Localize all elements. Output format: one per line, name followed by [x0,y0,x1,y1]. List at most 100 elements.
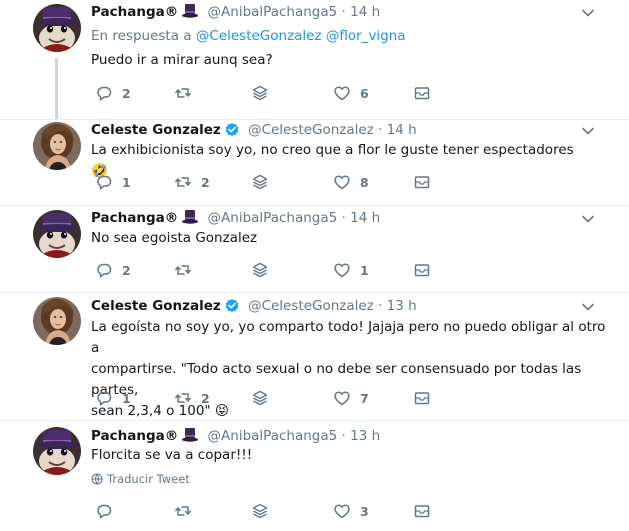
avatar[interactable] [33,427,81,475]
direct-message-button[interactable] [413,501,431,521]
separator: · [378,298,383,314]
tweet-actions: 1 2 7 [91,388,451,408]
share-button[interactable] [251,388,269,408]
share-button[interactable] [251,260,269,280]
avatar[interactable] [33,122,81,170]
display-name[interactable]: Pachanga® [91,4,178,20]
user-handle[interactable]: @AnibalPachanga5 [208,428,338,444]
tweet[interactable]: Pachanga® @AnibalPachanga5 · 14 h No sea… [0,206,629,292]
retweet-icon [175,393,191,403]
tweet[interactable]: Pachanga® @AnibalPachanga5 · 14 h En res… [0,0,629,119]
reply-icon [97,504,112,519]
share-button[interactable] [251,83,269,103]
tweet[interactable]: Pachanga® @AnibalPachanga5 · 13 h Florci… [0,421,629,531]
mention-link[interactable]: @CelesteGonzalez [196,28,322,44]
retweet-button[interactable]: 2 [174,388,210,408]
like-count: 8 [360,174,369,190]
top-hat-emoji [182,428,199,442]
reply-icon [97,263,112,278]
display-name[interactable]: Celeste Gonzalez [91,298,221,314]
like-button[interactable]: 8 [333,172,369,192]
timestamp[interactable]: 13 h [387,298,417,314]
tweet-actions: 1 2 8 [91,172,451,192]
retweet-count: 2 [201,390,210,406]
verified-badge-icon [224,298,239,313]
direct-message-icon [414,87,430,100]
display-name[interactable]: Pachanga® [91,428,178,444]
reply-button[interactable]: 1 [95,172,131,192]
retweet-button[interactable] [174,260,201,280]
heart-icon [334,391,350,406]
caret-down-icon[interactable] [581,124,595,138]
direct-message-button[interactable] [413,388,431,408]
user-handle[interactable]: @CelesteGonzalez [248,122,374,138]
avatar[interactable] [33,4,81,52]
caret-down-icon[interactable] [581,6,595,20]
reply-count: 1 [122,390,131,406]
translate-tweet-link[interactable]: Traducir Tweet [91,472,190,486]
user-handle[interactable]: @AnibalPachanga5 [208,4,338,20]
user-handle[interactable]: @CelesteGonzalez [248,298,374,314]
verified-badge-icon [224,122,239,137]
timestamp[interactable]: 14 h [350,4,380,20]
separator: · [341,428,346,444]
share-layers-icon [252,174,268,190]
retweet-button[interactable]: 2 [174,172,210,192]
separator: · [378,122,383,138]
reply-button[interactable]: 1 [95,388,131,408]
mention-link[interactable]: @flor_vigna [326,28,406,44]
timestamp[interactable]: 14 h [387,122,417,138]
share-layers-icon [252,390,268,406]
like-button[interactable]: 1 [333,260,369,280]
share-layers-icon [252,503,268,519]
direct-message-icon [414,505,430,518]
like-count: 7 [360,390,369,406]
share-layers-icon [252,85,268,101]
like-button[interactable]: 6 [333,83,369,103]
like-button[interactable]: 3 [333,501,369,521]
retweet-icon [175,506,191,516]
caret-down-icon[interactable] [581,212,595,226]
display-name[interactable]: Pachanga® [91,210,178,226]
timestamp[interactable]: 13 h [350,428,380,444]
like-count: 3 [360,503,369,519]
reply-button[interactable]: 2 [95,260,131,280]
tweet-actions: 2 1 [91,260,451,280]
direct-message-icon [414,264,430,277]
separator: · [341,210,346,226]
share-button[interactable] [251,501,269,521]
direct-message-button[interactable] [413,83,431,103]
caret-down-icon[interactable] [581,300,595,314]
direct-message-button[interactable] [413,260,431,280]
direct-message-button[interactable] [413,172,431,192]
share-button[interactable] [251,172,269,192]
tweet[interactable]: Celeste Gonzalez @CelesteGonzalez · 14 h… [0,120,629,205]
translate-label: Traducir Tweet [107,472,190,486]
like-button[interactable]: 7 [333,388,369,408]
reply-prefix: En respuesta a [91,28,192,44]
like-count: 6 [360,85,369,101]
retweet-count: 2 [201,174,210,190]
avatar[interactable] [33,210,81,258]
tweet[interactable]: Celeste Gonzalez @CelesteGonzalez · 13 h… [0,293,629,420]
reply-count: 2 [122,262,131,278]
avatar[interactable] [33,297,81,345]
heart-icon [334,263,350,278]
reply-count: 2 [122,85,131,101]
tweet-actions: 3 [91,501,451,521]
reply-button[interactable] [95,501,113,521]
tweet-text: Puedo ir a mirar aunq sea? [91,52,273,68]
reply-button[interactable]: 2 [95,83,131,103]
retweet-button[interactable] [174,83,201,103]
retweet-button[interactable] [174,501,192,521]
heart-icon [334,504,350,519]
reply-icon [97,86,112,101]
user-handle[interactable]: @AnibalPachanga5 [208,210,338,226]
tweet-text: No sea egoista Gonzalez [91,230,258,246]
separator: · [341,4,346,20]
tweet-text-line: La egoísta no soy yo, yo comparto todo! … [91,319,606,356]
direct-message-icon [414,176,430,189]
thread-line [55,58,58,119]
timestamp[interactable]: 14 h [350,210,380,226]
display-name[interactable]: Celeste Gonzalez [91,122,221,138]
